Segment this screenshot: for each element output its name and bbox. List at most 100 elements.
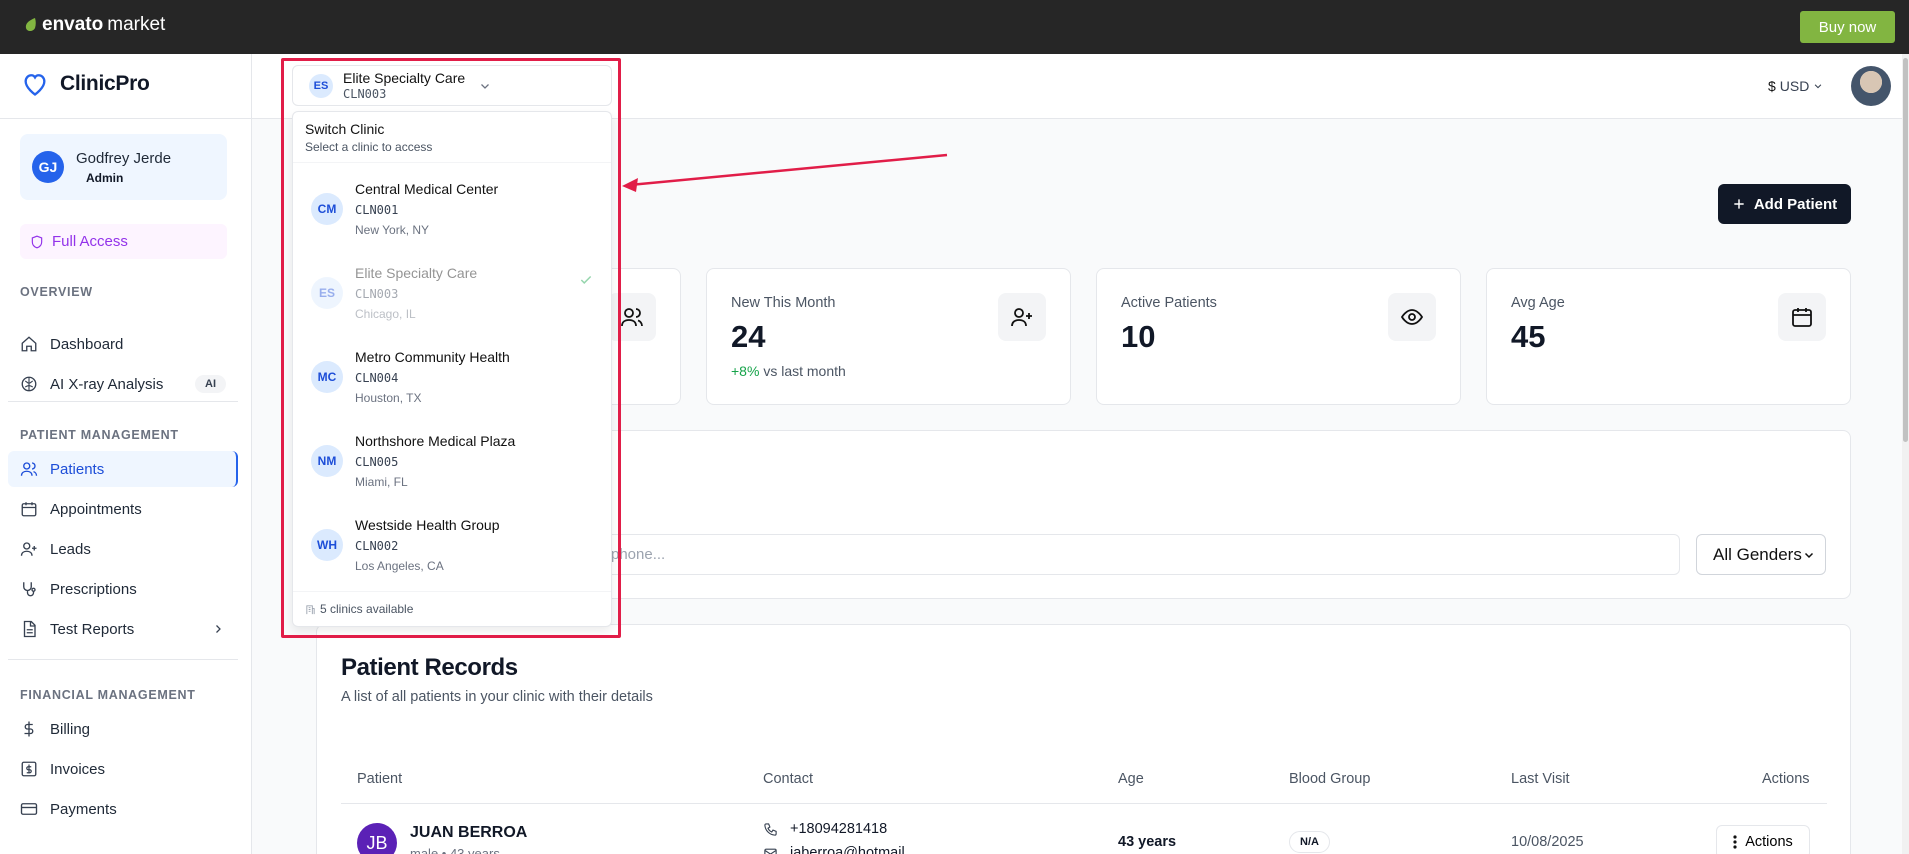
add-patient-button[interactable]: Add Patient: [1718, 184, 1851, 224]
section-title-financial-management: FINANCIAL MANAGEMENT: [20, 688, 196, 702]
column-header-patient: Patient: [357, 771, 403, 787]
sidebar: ClinicPro GJ Godfrey Jerde Admin Full Ac…: [0, 54, 252, 854]
patient-name[interactable]: JUAN BERROA: [410, 824, 527, 842]
phone-icon: [764, 822, 777, 836]
stat-card-avg-age: Avg Age 45: [1486, 268, 1851, 405]
sidebar-item-prescriptions[interactable]: Prescriptions: [8, 571, 238, 607]
file-icon: [23, 620, 36, 638]
user-avatar: GJ: [32, 151, 64, 183]
chevron-right-icon: [216, 625, 221, 633]
envato-logo-rest: market: [107, 14, 166, 35]
stethoscope-icon: [23, 582, 36, 597]
shield-icon: [31, 235, 43, 248]
patient-last-visit: 10/08/2025: [1511, 834, 1584, 850]
gender-select[interactable]: All Genders: [1696, 534, 1826, 575]
annotation-arrow-icon: [622, 153, 948, 192]
ai-badge: AI: [195, 375, 226, 393]
column-header-blood-group: Blood Group: [1289, 771, 1371, 787]
profile-avatar[interactable]: [1851, 66, 1891, 106]
divider: [8, 401, 238, 402]
access-label: Full Access: [52, 233, 128, 250]
sidebar-item-label: Prescriptions: [50, 580, 137, 598]
sidebar-item-ai-xray[interactable]: AI X-ray Analysis AI: [8, 366, 238, 402]
heart-icon: [24, 74, 46, 96]
user-plus-icon: [20, 542, 37, 556]
users-icon: [20, 462, 38, 476]
envato-logo[interactable]: envato market: [24, 14, 165, 36]
patient-phone: +18094281418: [763, 821, 887, 837]
sidebar-item-dashboard[interactable]: Dashboard: [8, 326, 238, 362]
sidebar-item-label: Test Reports: [50, 620, 135, 638]
sidebar-item-label: Patients: [50, 460, 105, 478]
section-title-patient-management: PATIENT MANAGEMENT: [20, 428, 179, 442]
currency-code: USD: [1779, 78, 1810, 94]
sidebar-item-label: AI X-ray Analysis: [50, 375, 164, 393]
patient-records-card: Patient Records A list of all patients i…: [316, 624, 1851, 854]
sidebar-item-patients[interactable]: Patients: [8, 451, 238, 487]
credit-card-icon: [20, 803, 38, 815]
invoice-icon: [21, 761, 37, 777]
currency-selector[interactable]: $ USD: [1768, 78, 1823, 94]
records-subtitle: A list of all patients in your clinic wi…: [341, 689, 653, 705]
divider: [8, 659, 238, 660]
divider: [0, 118, 252, 119]
stat-label: New This Month: [731, 295, 836, 311]
stat-value: 24: [731, 319, 766, 354]
patient-meta: male • 43 years: [410, 846, 500, 854]
patient-avatar: JB: [357, 823, 397, 854]
search-input[interactable]: phone...: [590, 534, 1680, 575]
divider: [341, 803, 1827, 804]
add-patient-label: Add Patient: [1753, 195, 1838, 213]
section-title-overview: OVERVIEW: [20, 285, 93, 299]
sidebar-item-label: Dashboard: [50, 335, 124, 353]
actions-label: Actions: [1745, 834, 1793, 850]
sidebar-item-label: Invoices: [50, 760, 106, 778]
column-header-actions: Actions: [1762, 771, 1810, 787]
sidebar-item-label: Leads: [50, 540, 91, 558]
home-icon: [21, 336, 37, 352]
annotation-highlight-box: [281, 58, 621, 638]
chevron-down-icon: [1815, 84, 1822, 89]
patient-email: jaberroa@hotmail: [763, 845, 905, 854]
envato-top-bar: [0, 0, 1909, 54]
brand-name: ClinicPro: [60, 72, 150, 95]
stat-icon-box: [1388, 293, 1436, 341]
chevron-down-icon: [1804, 552, 1814, 558]
patient-email-value: jaberroa@hotmail: [790, 845, 905, 854]
sidebar-item-appointments[interactable]: Appointments: [8, 491, 238, 527]
patient-actions-button[interactable]: Actions: [1716, 825, 1810, 854]
sidebar-item-label: Billing: [50, 720, 91, 738]
dollar-icon: [24, 721, 34, 737]
trend-value: +8%: [731, 363, 760, 379]
stat-icon-box: [1778, 293, 1826, 341]
gender-select-value: All Genders: [1713, 544, 1802, 564]
more-vertical-icon: [1733, 835, 1737, 849]
sidebar-item-payments[interactable]: Payments: [8, 791, 238, 827]
stat-label: Avg Age: [1511, 295, 1565, 311]
column-header-contact: Contact: [763, 771, 813, 787]
user-name: Godfrey Jerde: [76, 149, 172, 167]
blood-group-badge: N/A: [1289, 831, 1330, 853]
mail-icon: [764, 848, 777, 854]
sidebar-item-billing[interactable]: Billing: [8, 711, 238, 747]
buy-now-button[interactable]: Buy now: [1800, 11, 1895, 43]
scrollbar-thumb[interactable]: [1903, 58, 1908, 442]
stat-label: Active Patients: [1121, 295, 1217, 311]
brand-logo[interactable]: ClinicPro: [20, 70, 150, 98]
user-card[interactable]: GJ Godfrey Jerde Admin: [20, 134, 227, 200]
plus-icon: [1734, 199, 1744, 209]
patient-phone-value: +18094281418: [790, 821, 888, 837]
calendar-icon: [21, 502, 37, 517]
eye-icon: [1400, 309, 1424, 325]
sidebar-item-invoices[interactable]: Invoices: [8, 751, 238, 787]
stat-value: 10: [1121, 319, 1156, 354]
users-icon: [621, 308, 643, 327]
stat-card-new-this-month: New This Month 24 +8% vs last month: [706, 268, 1071, 405]
leaf-icon: [25, 18, 36, 31]
sidebar-item-test-reports[interactable]: Test Reports: [8, 611, 238, 647]
stat-value: 45: [1511, 319, 1546, 354]
stat-trend: +8% vs last month: [731, 363, 846, 379]
envato-logo-bold: envato: [42, 14, 104, 35]
records-title: Patient Records: [341, 654, 518, 681]
sidebar-item-leads[interactable]: Leads: [8, 531, 238, 567]
